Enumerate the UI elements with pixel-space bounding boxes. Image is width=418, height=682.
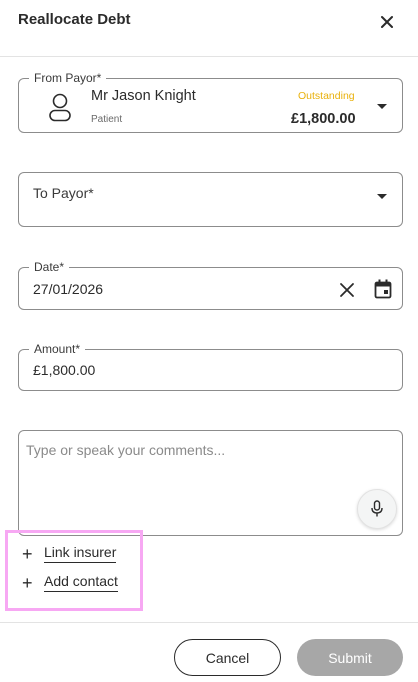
- dropdown-caret-icon[interactable]: [377, 104, 387, 109]
- from-payor-amount: £1,800.00: [291, 111, 356, 127]
- dialog-footer: Cancel Submit: [0, 622, 418, 682]
- close-button[interactable]: [376, 11, 398, 33]
- plus-icon: +: [22, 543, 33, 564]
- microphone-button[interactable]: [357, 489, 397, 529]
- clear-icon[interactable]: [339, 282, 355, 298]
- date-input[interactable]: 27/01/2026: [33, 281, 103, 297]
- submit-button[interactable]: Submit: [297, 639, 403, 676]
- from-payor-name: Mr Jason Knight: [91, 88, 196, 104]
- add-contact-label: Add contact: [44, 573, 118, 592]
- from-payor-select[interactable]: From Payor* Mr Jason Knight Patient Outs…: [18, 70, 403, 133]
- dropdown-caret-icon[interactable]: [377, 194, 387, 199]
- links-highlight-box: + Link insurer + Add contact: [5, 530, 143, 611]
- amount-input[interactable]: £1,800.00: [33, 362, 95, 378]
- close-icon: [381, 16, 393, 28]
- dialog-header: Reallocate Debt: [0, 0, 418, 57]
- from-payor-status-badge: Outstanding: [298, 90, 355, 102]
- link-insurer-label: Link insurer: [44, 544, 117, 563]
- from-payor-label: From Payor*: [29, 70, 107, 86]
- microphone-icon: [371, 500, 383, 517]
- calendar-icon[interactable]: [374, 279, 392, 299]
- add-contact-button[interactable]: + Add contact: [22, 573, 118, 592]
- person-icon: [49, 93, 71, 122]
- dialog-title: Reallocate Debt: [18, 11, 131, 28]
- to-payor-label: To Payor*: [33, 185, 94, 201]
- comments-placeholder: Type or speak your comments...: [26, 442, 226, 458]
- to-payor-select[interactable]: To Payor*: [18, 172, 403, 227]
- cancel-button[interactable]: Cancel: [174, 639, 281, 676]
- amount-label: Amount*: [29, 341, 86, 357]
- from-payor-type: Patient: [91, 114, 123, 125]
- date-field[interactable]: Date* 27/01/2026: [18, 259, 403, 310]
- amount-field[interactable]: Amount* £1,800.00: [18, 341, 403, 391]
- date-label: Date*: [29, 259, 70, 275]
- comments-textarea[interactable]: Type or speak your comments...: [18, 430, 403, 536]
- link-insurer-button[interactable]: + Link insurer: [22, 543, 117, 564]
- plus-icon: +: [22, 572, 33, 593]
